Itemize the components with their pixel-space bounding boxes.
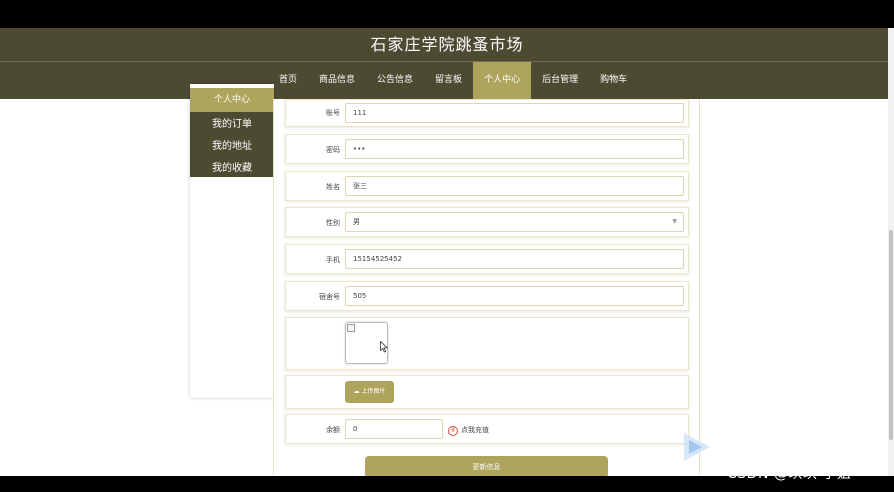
gender-row: 性别 男 ▼	[285, 207, 689, 237]
sidebar-item-orders[interactable]: 我的订单	[190, 114, 274, 136]
sidebar-header: 个人中心	[190, 88, 274, 112]
nav-item-announcements[interactable]: 公告信息	[366, 62, 424, 99]
scrollbar-thumb[interactable]	[889, 230, 893, 440]
phone-label: 手机	[326, 256, 340, 264]
account-input[interactable]: 111	[345, 103, 684, 123]
phone-row: 手机 15154525452	[285, 244, 689, 274]
main-nav: 首页 商品信息 公告信息 留言板 个人中心 后台管理 购物车	[0, 62, 894, 99]
balance-input[interactable]: 0	[345, 419, 443, 439]
nav-item-personal-center[interactable]: 个人中心	[473, 62, 532, 99]
upload-row: ☁ 上传图片	[285, 375, 689, 409]
broken-image-icon	[347, 324, 355, 332]
screen-top-bar	[0, 0, 894, 28]
upload-image-button[interactable]: ☁ 上传图片	[345, 381, 394, 403]
dorm-input[interactable]: 505	[345, 286, 684, 306]
name-label: 姓名	[326, 183, 340, 191]
password-label: 密码	[326, 146, 340, 154]
balance-row: 余额 0 ¥ 点我充值	[285, 414, 689, 444]
name-input[interactable]: 张三	[345, 176, 684, 196]
mouse-cursor-icon	[380, 341, 388, 353]
nav-item-message-board[interactable]: 留言板	[424, 62, 473, 99]
nav-item-admin[interactable]: 后台管理	[531, 62, 589, 99]
gender-label: 性别	[326, 219, 340, 227]
nav-item-home[interactable]: 首页	[268, 62, 308, 99]
cloud-upload-icon: ☁	[353, 388, 360, 395]
update-info-button[interactable]: 更新信息	[365, 456, 608, 478]
account-row: 账号 111	[285, 99, 689, 127]
gender-value: 男	[353, 218, 360, 226]
gender-select[interactable]: 男 ▼	[345, 212, 684, 232]
balance-label: 余额	[326, 426, 340, 434]
recharge-icon[interactable]: ¥	[448, 426, 458, 436]
phone-input[interactable]: 15154525452	[345, 249, 684, 269]
watermark: CSDN @琪琪 学姐	[727, 466, 852, 482]
site-title: 石家庄学院跳蚤市场	[370, 35, 524, 54]
dorm-row: 宿舍号 505	[285, 281, 689, 311]
sidebar-item-favorites[interactable]: 我的收藏	[190, 158, 274, 180]
sidebar: 个人中心 我的订单 我的地址 我的收藏	[190, 84, 274, 398]
password-row: 密码 •••	[285, 134, 689, 164]
site-header: 石家庄学院跳蚤市场	[0, 28, 894, 62]
avatar-row	[285, 317, 689, 370]
play-icon	[684, 433, 710, 461]
recharge-link[interactable]: 点我充值	[461, 425, 489, 435]
dorm-label: 宿舍号	[319, 293, 340, 301]
sidebar-menu: 我的订单 我的地址 我的收藏	[190, 112, 274, 177]
password-input[interactable]: •••	[345, 139, 684, 159]
nav-item-products[interactable]: 商品信息	[308, 62, 366, 99]
nav-item-cart[interactable]: 购物车	[589, 62, 638, 99]
sidebar-item-addresses[interactable]: 我的地址	[190, 136, 274, 158]
name-row: 姓名 张三	[285, 171, 689, 201]
chevron-down-icon: ▼	[672, 218, 677, 225]
upload-button-label: 上传图片	[361, 388, 386, 395]
account-label: 账号	[326, 109, 340, 117]
